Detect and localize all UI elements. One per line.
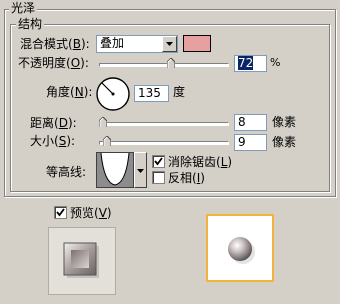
contour-preview[interactable]	[96, 152, 134, 188]
invert-label[interactable]: 反相(I)	[168, 170, 205, 186]
opacity-slider-track[interactable]	[99, 63, 229, 67]
size-slider-track[interactable]	[99, 141, 229, 145]
antialias-checkbox[interactable]	[152, 155, 165, 168]
blend-mode-select[interactable]: 叠加	[96, 35, 178, 53]
distance-hotkey: (D)	[54, 116, 73, 130]
angle-value: 135	[138, 86, 161, 100]
angle-dial-icon[interactable]	[94, 76, 132, 112]
preview-checkmark-icon	[56, 208, 65, 217]
opacity-hotkey: (O)	[66, 56, 85, 70]
contour-curve-icon	[97, 153, 133, 187]
contour-chevron-down-icon	[137, 169, 144, 173]
angle-unit: 度	[173, 85, 186, 99]
preview-hotkey-letter: V	[98, 206, 107, 220]
distance-label-text: 距离	[30, 116, 55, 130]
style-preview-box	[48, 227, 116, 295]
blend-mode-hotkey-letter: B	[72, 37, 81, 51]
size-label: 大小(S):	[30, 134, 76, 148]
distance-slider-thumb-icon[interactable]	[99, 117, 107, 127]
blend-mode-label: 混合模式(B):	[20, 37, 90, 51]
chevron-down-icon	[166, 42, 173, 46]
preview-label[interactable]: 预览(V)	[70, 205, 112, 221]
distance-slider-track[interactable]	[99, 122, 229, 126]
angle-input[interactable]: 135	[134, 85, 169, 102]
opacity-input[interactable]: 72	[234, 55, 267, 72]
distance-unit: 像素	[272, 115, 297, 129]
blend-mode-value: 叠加	[100, 36, 125, 50]
preview-checkbox[interactable]	[54, 206, 67, 219]
size-label-text: 大小	[30, 134, 55, 148]
contour-dropdown-button[interactable]	[134, 152, 147, 188]
contour-label: 等高线:	[46, 165, 87, 179]
section-title: 光泽	[9, 1, 38, 15]
group-title: 结构	[16, 17, 45, 31]
size-hotkey: (S)	[54, 134, 72, 148]
style-swatch-icon	[63, 242, 99, 278]
size-input[interactable]: 9	[234, 134, 267, 151]
opacity-hotkey-letter: O	[70, 56, 81, 70]
invert-checkbox[interactable]	[152, 171, 165, 184]
antialias-label[interactable]: 消除锯齿(L)	[168, 154, 232, 170]
preview-label-text: 预览	[70, 206, 95, 220]
invert-hotkey-letter: I	[196, 171, 201, 185]
opacity-unit: %	[270, 56, 281, 69]
size-value: 9	[238, 135, 246, 149]
distance-label: 距离(D):	[30, 116, 77, 130]
checkmark-icon	[154, 157, 163, 166]
slider-thumb-icon[interactable]	[167, 58, 175, 68]
blend-mode-label-text: 混合模式	[20, 37, 69, 51]
distance-input[interactable]: 8	[234, 114, 267, 131]
opacity-value: 72	[238, 56, 254, 70]
blend-color-swatch[interactable]	[183, 35, 211, 52]
distance-hotkey-letter: D	[58, 116, 68, 130]
angle-hotkey-letter: N	[74, 85, 84, 99]
contour-picker[interactable]	[96, 152, 148, 188]
opacity-label-text: 不透明度	[18, 56, 67, 70]
antialias-label-text: 消除锯齿	[168, 155, 217, 169]
angle-hotkey: (N)	[70, 85, 89, 99]
angle-label: 角度(N):	[46, 85, 93, 99]
size-hotkey-letter: S	[58, 134, 67, 148]
opacity-label: 不透明度(O):	[18, 56, 89, 70]
angle-label-text: 角度	[46, 85, 71, 99]
sphere-preview-icon	[228, 237, 255, 264]
distance-value: 8	[238, 115, 246, 129]
size-unit: 像素	[272, 135, 297, 149]
blend-mode-dropdown-button[interactable]	[162, 36, 177, 52]
contour-label-text: 等高线	[46, 165, 83, 179]
invert-label-text: 反相	[168, 171, 193, 185]
size-slider-thumb-icon[interactable]	[103, 136, 111, 146]
sphere-preview-box	[206, 214, 274, 282]
antialias-hotkey-letter: L	[220, 155, 228, 169]
blend-mode-hotkey: (B)	[68, 37, 86, 51]
